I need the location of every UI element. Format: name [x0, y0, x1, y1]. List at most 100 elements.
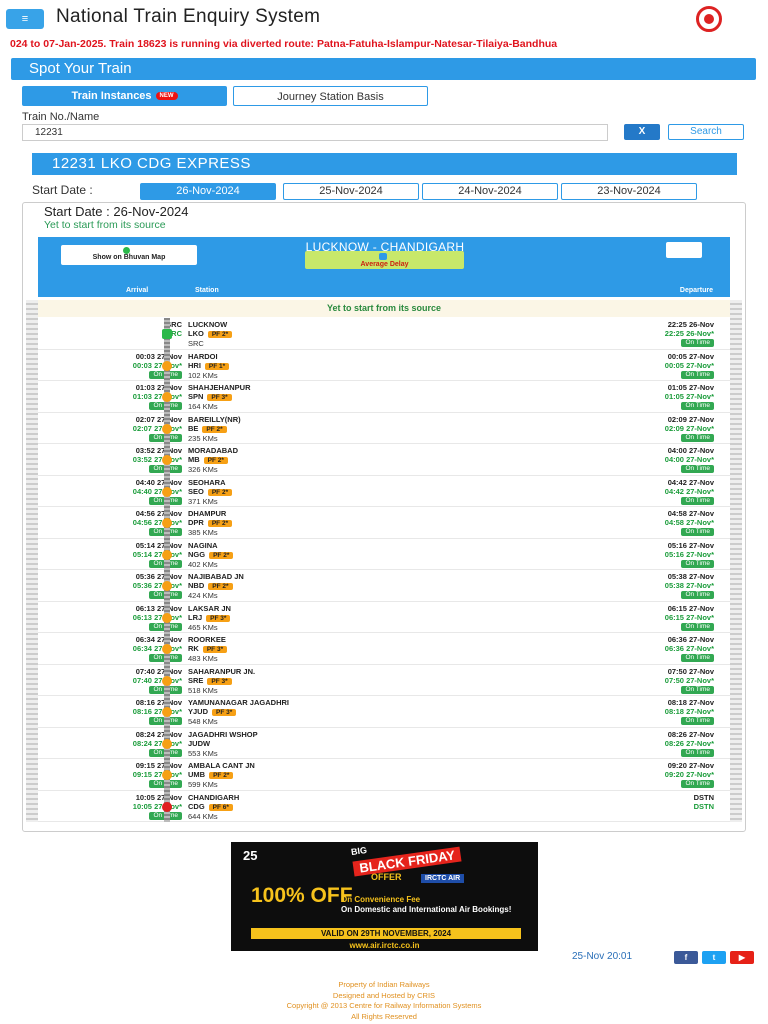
arrival-scheduled: 03:52 27-Nov	[135, 446, 182, 455]
station-distance: 402 KMs	[188, 559, 218, 569]
station-distance: 483 KMs	[188, 654, 218, 663]
station-row[interactable]: 05:36 27-Nov 05:36 27-Nov* NAJIBABAD JN 424…	[38, 570, 730, 602]
arrival-scheduled: 08:24 27-Nov	[135, 729, 182, 739]
search-button[interactable]: Search	[668, 124, 744, 140]
station-marker-icon	[162, 738, 172, 749]
train-search-input[interactable]	[22, 124, 608, 141]
station-marker-icon	[162, 549, 172, 560]
ad-percent: 100% OFF	[251, 884, 353, 907]
station-marker-icon	[162, 455, 172, 465]
station-name: CHANDIGARH	[188, 792, 240, 802]
station-row[interactable]: 10:05 27-Nov 10:05 27-Nov* CHANDIGARH 644 K…	[38, 791, 730, 822]
departure-actual: 05:38 27-Nov*	[664, 581, 714, 590]
station-row[interactable]: 03:52 27-Nov 03:52 27-Nov* MORADABAD 326 KM…	[38, 444, 730, 476]
station-name: MORADABAD	[188, 446, 238, 455]
menu-icon[interactable]: ≡	[6, 9, 44, 29]
arrival-actual: 06:34 27-Nov*	[132, 644, 182, 653]
station-marker-icon	[162, 612, 172, 623]
tab-train-instances[interactable]: Train Instances NEW	[22, 86, 227, 106]
column-headers: Arrival Station Departure	[38, 285, 730, 297]
station-code-line: SEO PF 2*	[188, 487, 233, 496]
arrival-scheduled: 10:05 27-Nov	[135, 792, 182, 802]
station-row[interactable]: 06:34 27-Nov 06:34 27-Nov* ROORKEE 483 KMs 0…	[38, 633, 730, 665]
platform-badge: PF 3*	[202, 646, 228, 653]
station-distance: 164 KMs	[188, 402, 218, 411]
average-delay-button[interactable]: Average Delay	[305, 251, 464, 269]
station-code: SPN	[188, 392, 204, 401]
station-name: HARDOI	[188, 351, 218, 361]
platform-badge: PF 3*	[207, 394, 232, 401]
station-name: NAGINA	[188, 540, 218, 550]
departure-status-badge: On Time	[681, 654, 714, 662]
station-code-line: NBD PF 2*	[188, 581, 233, 590]
station-row[interactable]: 05:14 27-Nov 05:14 27-Nov* NAGINA 402 KMs 05…	[38, 539, 730, 570]
station-row[interactable]: 08:16 27-Nov 08:16 27-Nov* YAMUNANAGAR JAG…	[38, 696, 730, 728]
departure-scheduled: 06:36 27-Nov	[667, 635, 714, 644]
tab-journey-station[interactable]: Journey Station Basis	[233, 86, 428, 106]
station-row[interactable]: 07:40 27-Nov 07:40 27-Nov* SAHARANPUR JN. 5…	[38, 665, 730, 696]
footer-line: Copyright @ 2013 Centre for Railway Info…	[286, 1001, 482, 1010]
station-row[interactable]: 04:56 27-Nov 04:56 27-Nov* DHAMPUR 385 KMs 0…	[38, 507, 730, 539]
arrival-actual: 04:40 27-Nov*	[132, 486, 182, 496]
departure-status-badge: On Time	[681, 433, 714, 442]
facebook-icon[interactable]: f	[674, 951, 698, 964]
departure-scheduled: 09:20 27-Nov	[667, 761, 714, 770]
clear-button[interactable]: X	[624, 124, 660, 140]
station-row[interactable]: 04:40 27-Nov 04:40 27-Nov* SEOHARA 371 KMs 0…	[38, 476, 730, 507]
station-row[interactable]: 01:03 27-Nov 01:03 27-Nov* SHAHJEHANPUR 164…	[38, 381, 730, 413]
advertisement-banner[interactable]: 25 BIG BLACK FRIDAY OFFER IRCTC AIR 100%…	[231, 842, 538, 951]
station-row[interactable]: SRC SRC LUCKNOW SRC 22:25 26-Nov 22:25 26-Nov…	[38, 318, 730, 350]
arrival-scheduled: 00:03 27-Nov	[135, 351, 182, 361]
twitter-icon[interactable]: t	[702, 951, 726, 964]
station-row[interactable]: 00:03 27-Nov 00:03 27-Nov* HARDOI 102 KMs 00…	[38, 350, 730, 381]
timestamp: 25-Nov 20:01	[572, 951, 633, 962]
departure-actual: 07:50 27-Nov*	[664, 675, 714, 685]
station-marker-icon	[162, 675, 172, 686]
departure-actual: 05:16 27-Nov*	[664, 549, 714, 559]
station-name: LUCKNOW	[188, 320, 228, 329]
station-marker-icon	[162, 518, 172, 528]
station-row[interactable]: 06:13 27-Nov 06:13 27-Nov* LAKSAR JN 465 KM…	[38, 602, 730, 633]
station-code: YJUD	[188, 707, 209, 716]
station-code-line: SPN PF 3*	[188, 392, 232, 401]
station-marker-icon	[162, 770, 172, 780]
platform-badge: PF 2*	[207, 488, 233, 496]
station-row[interactable]: 02:07 27-Nov 02:07 27-Nov* BAREILLY(NR) 235…	[38, 413, 730, 444]
date-button-1[interactable]: 26-Nov-2024	[140, 183, 276, 200]
station-marker-icon	[162, 707, 172, 717]
train-title: 12231 LKO CDG EXPRESS	[32, 153, 737, 175]
bhuvan-map-button[interactable]: Show on Bhuvan Map	[61, 245, 197, 265]
station-distance: 385 KMs	[188, 528, 218, 537]
arrival-scheduled: 05:14 27-Nov	[135, 540, 182, 550]
route-track	[162, 318, 172, 822]
youtube-icon[interactable]: ▶	[730, 951, 754, 964]
start-date-info: Start Date : 26-Nov-2024	[44, 204, 189, 219]
date-button-4[interactable]: 23-Nov-2024	[561, 183, 697, 200]
departure-actual: 08:26 27-Nov*	[664, 738, 714, 748]
date-button-2[interactable]: 25-Nov-2024	[283, 183, 419, 200]
departure-scheduled: 08:26 27-Nov	[667, 729, 714, 739]
station-distance: 326 KMs	[188, 465, 218, 474]
arrival-actual: 04:56 27-Nov*	[132, 518, 182, 527]
scroll-edge-left	[26, 300, 38, 822]
station-row[interactable]: 08:24 27-Nov 08:24 27-Nov* JAGADHRI WSHOP 5…	[38, 728, 730, 759]
departure-scheduled: 04:58 27-Nov	[667, 509, 714, 518]
route-options-button[interactable]	[666, 242, 702, 258]
station-code: UMB	[188, 770, 206, 779]
departure-status-badge: On Time	[681, 339, 714, 347]
departure-actual: 01:05 27-Nov*	[664, 392, 714, 401]
platform-badge: PF 2*	[203, 457, 228, 464]
arrival-scheduled: 07:40 27-Nov	[135, 666, 182, 676]
station-row[interactable]: 09:15 27-Nov 09:15 27-Nov* AMBALA CANT JN 5…	[38, 759, 730, 791]
station-code: NBD	[188, 581, 205, 590]
departure-actual: 04:58 27-Nov*	[664, 518, 714, 527]
station-marker-icon	[162, 360, 172, 371]
start-date-label: Start Date :	[32, 183, 93, 197]
date-button-3[interactable]: 24-Nov-2024	[422, 183, 558, 200]
station-name: SHAHJEHANPUR	[188, 383, 251, 392]
station-code-line: JUDW	[188, 739, 210, 748]
departure-scheduled: 04:42 27-Nov	[667, 477, 714, 487]
ad-convenience: On Convenience Fee	[341, 895, 421, 904]
departure-actual: 22:25 26-Nov*	[664, 329, 714, 338]
station-marker-icon	[162, 392, 172, 402]
